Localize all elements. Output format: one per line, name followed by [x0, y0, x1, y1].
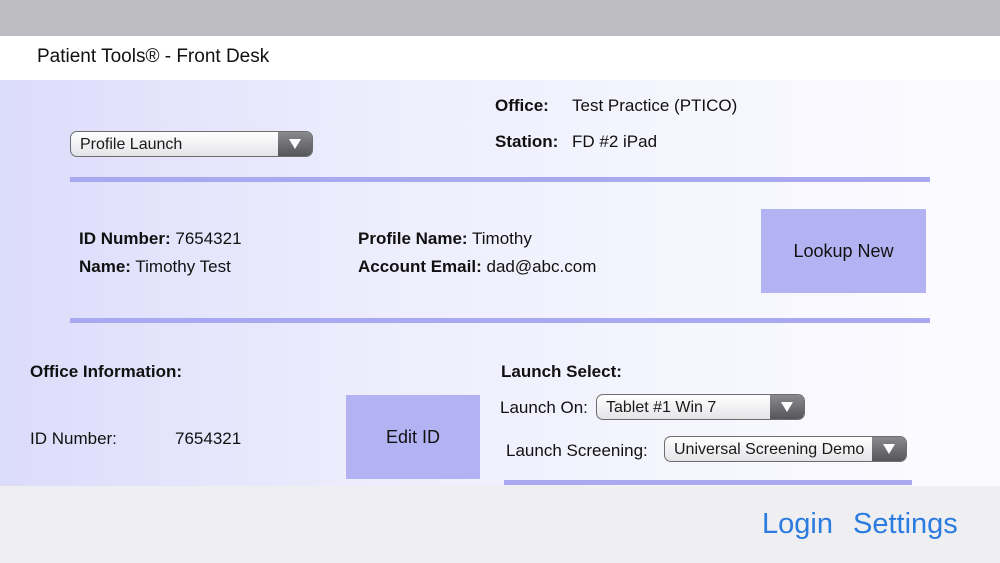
- mode-select-value: Profile Launch: [80, 136, 183, 153]
- profile-name: Name: Timothy Test: [79, 257, 231, 277]
- edit-id-button[interactable]: Edit ID: [346, 395, 480, 479]
- profile-id: ID Number: 7654321: [79, 229, 242, 249]
- app-title: Patient Tools® - Front Desk: [37, 46, 270, 67]
- profile-id-label: ID Number:: [79, 229, 171, 248]
- account-email-value: dad@abc.com: [486, 257, 597, 276]
- chevron-down-icon: [770, 395, 804, 419]
- profile-name-value: Timothy Test: [135, 257, 231, 276]
- login-link[interactable]: Login: [762, 508, 833, 541]
- station-label: Station:: [495, 132, 559, 151]
- profile-display-name: Profile Name: Timothy: [358, 229, 532, 249]
- office-id-label: ID Number:: [30, 429, 117, 448]
- office-label: Office:: [495, 96, 549, 115]
- title-bar: Patient Tools® - Front Desk: [0, 36, 1000, 80]
- mode-select[interactable]: Profile Launch: [70, 131, 313, 157]
- account-email-label: Account Email:: [358, 257, 482, 276]
- profile-name-label: Name:: [79, 257, 131, 276]
- station-value: FD #2 iPad: [572, 132, 658, 151]
- launch-on-select[interactable]: Tablet #1 Win 7: [596, 394, 805, 420]
- launch-screening-value: Universal Screening Demo: [674, 441, 865, 458]
- profile-display-name-label: Profile Name:: [358, 229, 468, 248]
- launch-screening-select[interactable]: Universal Screening Demo: [664, 436, 907, 462]
- office-value: Test Practice (PTICO): [572, 96, 738, 115]
- main-panel: Profile Launch Office: Test Practice (PT…: [0, 80, 1000, 486]
- launch-select-heading: Launch Select:: [501, 362, 622, 381]
- office-info-heading: Office Information:: [30, 362, 183, 381]
- launch-screening-label: Launch Screening:: [506, 441, 648, 460]
- divider: [504, 480, 912, 485]
- divider: [70, 177, 930, 182]
- settings-link[interactable]: Settings: [853, 508, 958, 541]
- divider: [70, 318, 930, 323]
- profile-id-value: 7654321: [175, 229, 242, 248]
- lookup-new-button[interactable]: Lookup New: [761, 209, 926, 293]
- chevron-down-icon: [872, 437, 906, 461]
- launch-on-label: Launch On:: [500, 398, 588, 417]
- bottom-toolbar: Login Settings: [0, 486, 1000, 563]
- chevron-down-icon: [278, 132, 312, 156]
- office-id-value: 7654321: [175, 429, 242, 448]
- profile-display-name-value: Timothy: [472, 229, 532, 248]
- launch-on-value: Tablet #1 Win 7: [606, 399, 717, 416]
- account-email: Account Email: dad@abc.com: [358, 257, 596, 277]
- status-bar: [0, 0, 1000, 36]
